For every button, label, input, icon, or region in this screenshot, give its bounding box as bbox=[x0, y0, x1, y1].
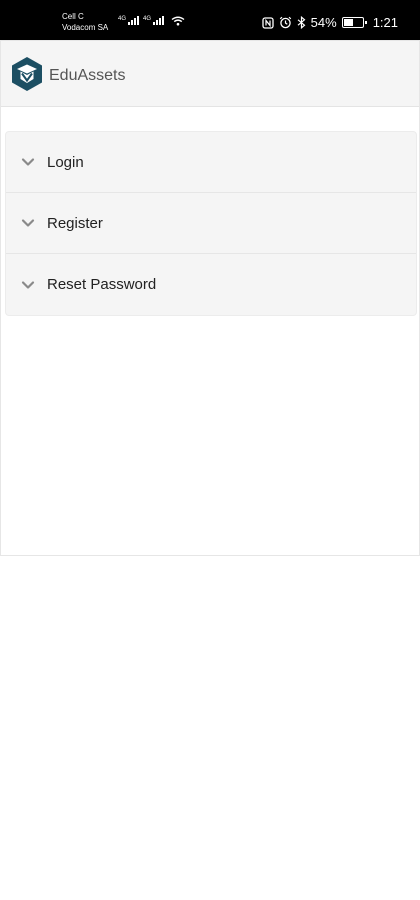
accordion-item-label: Reset Password bbox=[47, 276, 157, 293]
network-tag: 4G bbox=[118, 16, 127, 22]
battery-percent: 54% bbox=[310, 15, 337, 30]
chevron-down-icon bbox=[21, 219, 35, 227]
accordion-item-label: Login bbox=[47, 153, 84, 171]
status-bar: Cell C Vodacom SA 4G 4G 54% 1:21 bbox=[0, 0, 420, 40]
app-header: EduAssets bbox=[1, 41, 419, 107]
network-tag: 4G bbox=[143, 16, 152, 22]
accordion-item-login[interactable]: Login bbox=[6, 132, 416, 193]
app-frame: EduAssets Login Register Reset Password bbox=[0, 40, 420, 556]
accordion-item-reset-password[interactable]: Reset Password bbox=[6, 254, 416, 315]
accordion-item-label: Register bbox=[47, 214, 103, 232]
carrier-names: Cell C Vodacom SA bbox=[62, 11, 108, 33]
bluetooth-icon bbox=[297, 16, 306, 29]
signal-icon: 4G bbox=[118, 16, 140, 25]
wifi-icon bbox=[171, 16, 185, 26]
nfc-icon bbox=[262, 16, 274, 29]
eduassets-logo-icon[interactable] bbox=[10, 56, 44, 92]
status-right-group: 54% 1:21 bbox=[262, 15, 398, 30]
signal-icon: 4G bbox=[143, 16, 165, 25]
auth-accordion: Login Register Reset Password bbox=[5, 131, 417, 316]
carrier-2: Vodacom SA bbox=[62, 23, 109, 32]
app-title: EduAssets bbox=[49, 67, 126, 84]
alarm-icon bbox=[279, 16, 291, 29]
carrier-1: Cell C bbox=[62, 12, 84, 21]
battery-icon bbox=[341, 17, 367, 28]
battery-fill bbox=[343, 19, 354, 26]
accordion-item-register[interactable]: Register bbox=[6, 193, 416, 254]
clock-time: 1:21 bbox=[372, 15, 398, 30]
chevron-down-icon bbox=[21, 158, 35, 166]
chevron-down-icon bbox=[21, 280, 35, 289]
